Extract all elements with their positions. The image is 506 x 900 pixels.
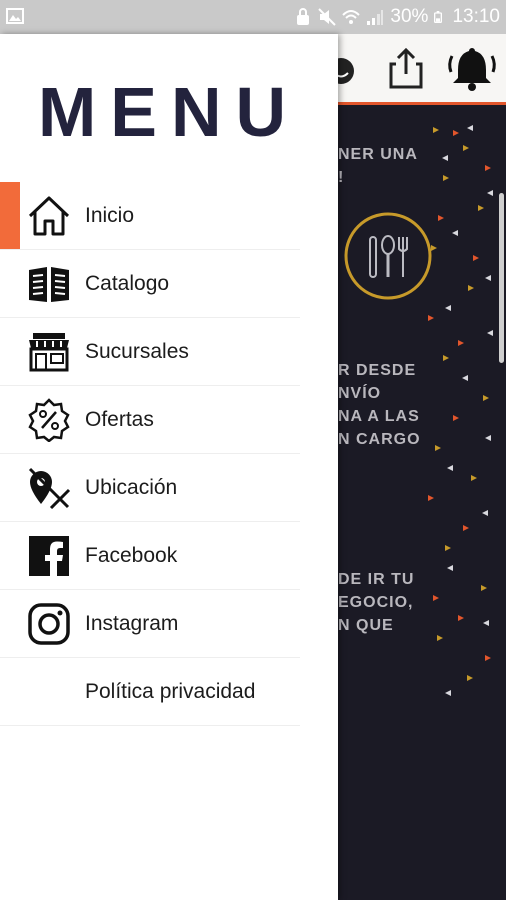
instagram-icon bbox=[28, 603, 70, 645]
menu-item-sucursales[interactable]: Sucursales bbox=[0, 318, 300, 386]
gallery-notification-icon bbox=[6, 8, 24, 24]
store-icon bbox=[29, 333, 69, 372]
menu-list: Inicio Catalogo Sucursales Ofertas Ubica… bbox=[0, 182, 300, 726]
menu-item-instagram[interactable]: Instagram bbox=[0, 590, 300, 658]
menu-item-label: Catalogo bbox=[85, 271, 170, 295]
menu-item-label: Sucursales bbox=[85, 339, 189, 363]
catalog-book-icon bbox=[29, 267, 69, 302]
share-icon[interactable] bbox=[388, 46, 424, 90]
confetti-pattern bbox=[428, 125, 493, 696]
menu-item-politica-privacidad[interactable]: Política privacidad bbox=[0, 658, 300, 726]
background-text-2: R DESDE NVÍO NA A LAS N CARGO bbox=[338, 362, 421, 448]
menu-item-facebook[interactable]: Facebook bbox=[0, 522, 300, 590]
background-content: NER UNA ! R DESDE NVÍO NA A LAS N CARGO … bbox=[338, 105, 506, 710]
battery-icon bbox=[434, 11, 443, 23]
home-icon bbox=[28, 196, 70, 236]
percent-badge-icon bbox=[28, 398, 70, 442]
menu-title: MENU bbox=[37, 73, 301, 151]
background-text-3: DE IR TU EGOCIO, N QUE bbox=[338, 571, 415, 634]
menu-item-label: Instagram bbox=[85, 611, 179, 635]
scrollbar[interactable] bbox=[499, 193, 504, 363]
signal-icon bbox=[367, 10, 384, 25]
battery-percent: 30% bbox=[390, 6, 429, 27]
wifi-icon bbox=[342, 10, 361, 24]
facebook-icon bbox=[29, 536, 69, 576]
active-indicator bbox=[0, 182, 20, 249]
profile-icon[interactable] bbox=[338, 56, 356, 86]
menu-item-inicio[interactable]: Inicio bbox=[0, 182, 300, 250]
menu-item-label: Ubicación bbox=[85, 475, 178, 499]
menu-item-ubicacion[interactable]: Ubicación bbox=[0, 454, 300, 522]
status-bar: 30% 13:10 bbox=[0, 0, 506, 34]
menu-item-label: Facebook bbox=[85, 543, 178, 567]
menu-item-label: Ofertas bbox=[85, 407, 154, 431]
notification-bell-icon[interactable] bbox=[446, 42, 498, 94]
navigation-drawer: MENU Inicio Catalogo Sucursales Ofertas … bbox=[0, 34, 338, 900]
cutlery-icon bbox=[344, 212, 432, 300]
background-text-1: NER UNA ! bbox=[338, 146, 418, 186]
menu-item-catalogo[interactable]: Catalogo bbox=[0, 250, 300, 318]
menu-item-label: Política privacidad bbox=[85, 679, 256, 703]
menu-item-ofertas[interactable]: Ofertas bbox=[0, 386, 300, 454]
menu-item-label: Inicio bbox=[85, 203, 135, 227]
clock: 13:10 bbox=[452, 6, 500, 27]
background-toolbar bbox=[338, 34, 506, 105]
background-app: NER UNA ! R DESDE NVÍO NA A LAS N CARGO … bbox=[338, 34, 506, 900]
mute-icon bbox=[318, 8, 337, 26]
key-lock-icon bbox=[297, 8, 310, 25]
location-off-icon bbox=[28, 467, 71, 510]
